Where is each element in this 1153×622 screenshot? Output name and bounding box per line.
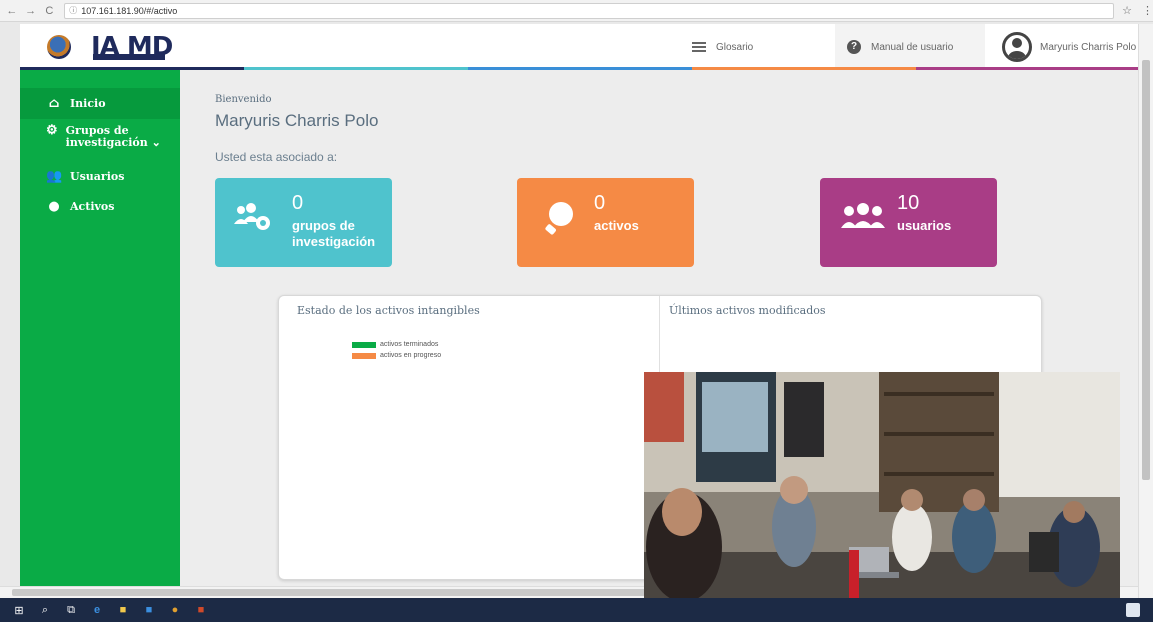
app-header: IA MD Glosario ? Manual de usuario Maryu…	[20, 24, 1140, 70]
task-view-icon[interactable]: ⧉	[62, 603, 80, 617]
legend-label: activos en progreso	[380, 352, 442, 359]
card-grupos[interactable]: 0 grupos de investigación	[215, 178, 392, 267]
address-bar[interactable]: ⓘ 107.161.181.90/#/activo	[64, 2, 1115, 19]
grupos-label: grupos de investigación	[292, 218, 376, 249]
sidebar-item-usuarios[interactable]: 👥 Usuarios	[20, 161, 180, 191]
grupos-label-text: Grupos de investigación	[65, 124, 148, 149]
legend-item-terminados: activos terminados	[352, 339, 441, 350]
reload-icon[interactable]: C	[42, 4, 56, 18]
user-avatar-icon	[1002, 32, 1032, 62]
users-icon: 👥	[46, 168, 63, 184]
welcome-label: Bienvenido	[215, 94, 272, 105]
powerpoint-icon[interactable]: ■	[192, 603, 210, 617]
usuarios-label: usuarios	[897, 218, 952, 233]
welcome-user-name: Maryuris Charris Polo	[215, 111, 379, 130]
sidebar-item-activos[interactable]: ● Activos	[20, 191, 180, 221]
sidebar-item-label: Usuarios	[70, 169, 125, 183]
legend-swatch	[352, 341, 376, 348]
sidebar-item-grupos[interactable]: ⚙ Grupos de investigación ⌄	[20, 123, 180, 161]
search-icon[interactable]: ⌕	[36, 603, 54, 617]
bookmark-star-icon[interactable]: ☆	[1122, 4, 1132, 17]
forward-arrow-icon[interactable]: →	[24, 4, 38, 18]
browser-menu-icon[interactable]: ⋮	[1142, 4, 1153, 17]
chart-legend: activos terminados activos en progreso	[352, 339, 441, 361]
sidebar-item-label: Inicio	[70, 97, 106, 110]
activos-status-title: Estado de los activos intangibles	[297, 304, 480, 317]
lightbulb-icon	[545, 202, 573, 235]
chrome-icon[interactable]: ●	[166, 603, 184, 617]
sidebar-item-inicio[interactable]: ⌂ Inicio	[20, 88, 180, 119]
card-activos[interactable]: 0 activos	[517, 178, 694, 267]
help-circle-icon: ?	[847, 40, 861, 54]
back-arrow-icon[interactable]: ←	[5, 4, 19, 18]
notification-icon[interactable]	[1126, 603, 1140, 617]
manual-label: Manual de usuario	[871, 41, 954, 53]
chevron-down-icon: ⌄	[151, 136, 161, 149]
legend-item-progreso: activos en progreso	[352, 350, 441, 361]
grupos-count: 0	[292, 192, 304, 214]
edge-browser-icon[interactable]: e	[88, 603, 106, 617]
associated-label: Usted esta asociado a:	[215, 150, 338, 164]
card-usuarios[interactable]: 10 usuarios	[820, 178, 997, 267]
glosario-link[interactable]: Glosario	[692, 24, 822, 70]
glosario-label: Glosario	[716, 41, 754, 53]
header-user-name: Maryuris Charris Polo	[1040, 41, 1137, 53]
sidebar-item-label: Grupos de investigación ⌄	[66, 125, 180, 149]
groups-gear-icon: ⚙	[46, 123, 58, 138]
windows-start-icon[interactable]: ⊞	[10, 603, 28, 617]
info-icon[interactable]: ⓘ	[69, 5, 77, 16]
groups-gear-icon	[234, 203, 270, 230]
users-icon	[841, 203, 885, 228]
usuarios-count: 10	[897, 192, 920, 214]
home-icon: ⌂	[48, 96, 60, 111]
activos-count: 0	[594, 192, 606, 214]
legend-swatch	[352, 352, 376, 359]
logo-subtitle-band	[93, 54, 165, 60]
activos-label: activos	[594, 218, 639, 233]
horizontal-scroll-thumb[interactable]	[12, 589, 652, 596]
vertical-scrollbar[interactable]	[1138, 24, 1153, 598]
list-icon	[692, 42, 706, 52]
manual-link[interactable]: ? Manual de usuario	[835, 24, 985, 70]
lightbulb-icon: ●	[48, 198, 60, 214]
url-text: 107.161.181.90/#/activo	[81, 5, 178, 16]
windows-taskbar: ⊞ ⌕ ⧉ e ■ ■ ● ■	[0, 598, 1153, 622]
file-explorer-icon[interactable]: ■	[114, 603, 132, 617]
outlook-icon[interactable]: ■	[140, 603, 158, 617]
globe-logo-icon	[47, 35, 71, 59]
recent-activos-title: Últimos activos modificados	[669, 304, 826, 317]
screen: ← → C ⓘ 107.161.181.90/#/activo ☆ ⋮ IA M…	[0, 0, 1153, 622]
browser-toolbar: ← → C ⓘ 107.161.181.90/#/activo ☆ ⋮	[0, 0, 1153, 22]
webcam-video-overlay	[644, 372, 1120, 622]
legend-label: activos terminados	[380, 341, 439, 348]
sidebar-item-label: Activos	[70, 199, 115, 213]
vertical-scroll-thumb[interactable]	[1142, 60, 1150, 480]
panel-divider	[659, 296, 660, 376]
user-menu[interactable]: Maryuris Charris Polo	[988, 24, 1140, 70]
sidebar: ⌂ Inicio ⚙ Grupos de investigación ⌄ 👥 U…	[20, 70, 180, 586]
